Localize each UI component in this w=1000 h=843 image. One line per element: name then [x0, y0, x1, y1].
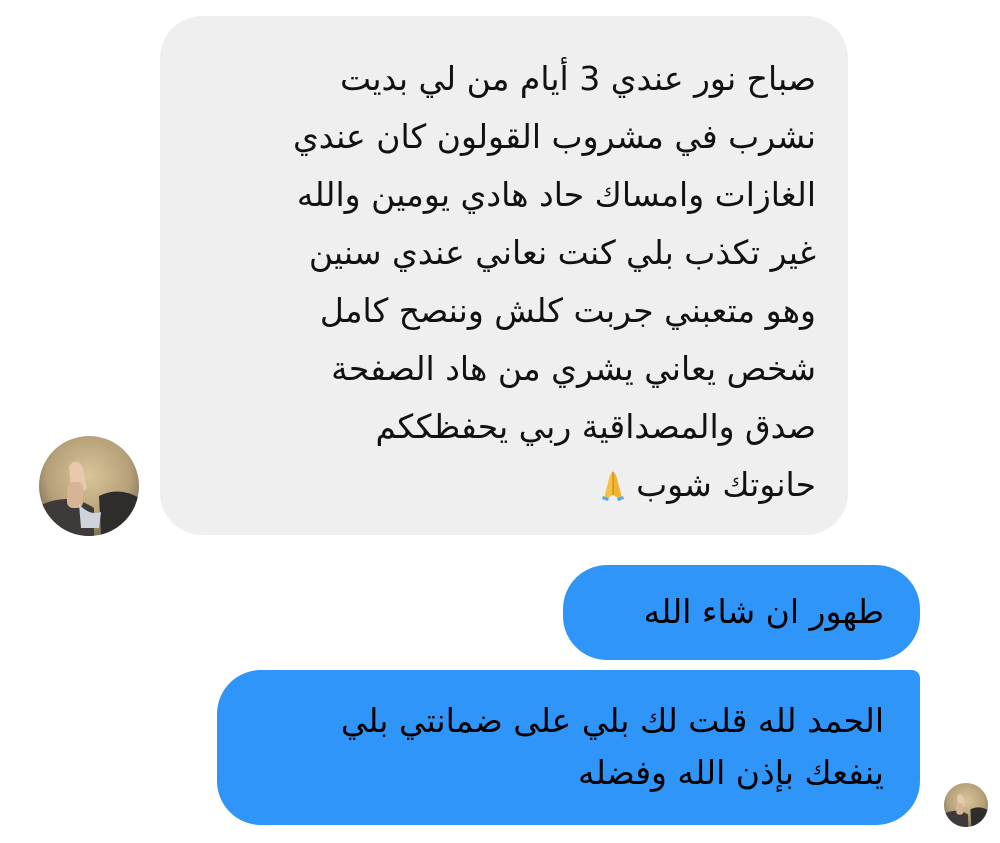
- message-line: غير تكذب بلي كنت نعاني عندي سنين: [308, 233, 816, 272]
- contact-avatar-image: [39, 436, 139, 536]
- folded-hands-icon: [596, 467, 630, 501]
- read-receipt-avatar-image: [944, 783, 988, 827]
- message-line: الغازات وامساك حاد هادي يومين والله: [296, 175, 816, 214]
- chat-thread: صباح نور عندي 3 أيام من لي بديت نشرب في …: [0, 0, 1000, 843]
- message-line: شخص يعاني يشري من هاد الصفحة: [331, 349, 816, 388]
- sent-message-bubble[interactable]: الحمد لله قلت لك بلي على ضمانتي بلي ينفع…: [217, 670, 920, 825]
- message-line: صباح نور عندي 3 أيام من لي بديت: [339, 59, 816, 98]
- contact-avatar[interactable]: [39, 436, 139, 536]
- sent-message-bubble[interactable]: طهور ان شاء الله: [563, 565, 920, 660]
- message-line: صدق والمصداقية ربي يحفظككم: [375, 407, 816, 446]
- message-line: نشرب في مشروب القولون كان عندي: [292, 117, 816, 156]
- read-receipt-avatar: [944, 783, 988, 827]
- message-line: وهو متعبني جربت كلش وننصح كامل: [319, 291, 816, 330]
- message-line-text: حانوتك شوب: [636, 465, 816, 504]
- message-line: ينفعك بإذن الله وفضله: [578, 753, 884, 792]
- received-message-bubble[interactable]: صباح نور عندي 3 أيام من لي بديت نشرب في …: [160, 16, 848, 535]
- message-line: الحمد لله قلت لك بلي على ضمانتي بلي: [340, 701, 884, 740]
- message-line-last: حانوتك شوب: [192, 456, 816, 514]
- message-line: طهور ان شاء الله: [643, 592, 884, 631]
